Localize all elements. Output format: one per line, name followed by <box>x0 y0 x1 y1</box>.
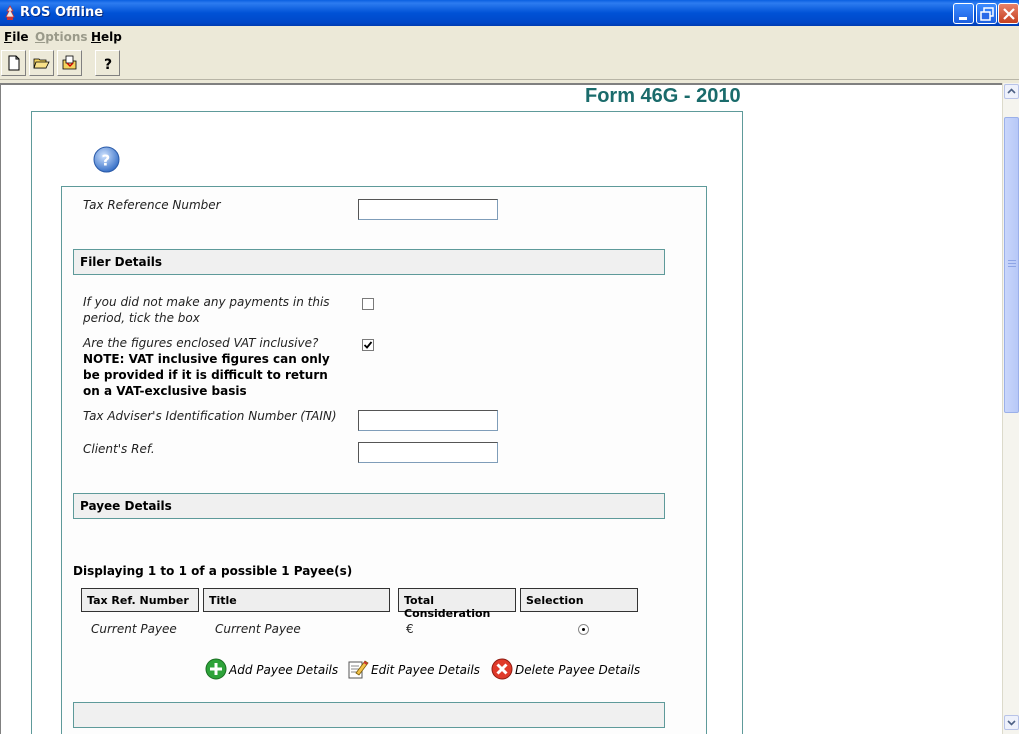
col-header-title: Title <box>203 588 390 612</box>
row-tax-ref: Current Payee <box>91 622 177 636</box>
filer-details-title: Filer Details <box>80 255 162 269</box>
vat-note: NOTE: VAT inclusive figures can only be … <box>83 352 330 398</box>
col-header-tax-ref: Tax Ref. Number <box>81 588 199 612</box>
app-window: ROS Offline File Options Help ? Form 46G… <box>0 0 1019 734</box>
tax-ref-input[interactable] <box>358 199 498 220</box>
svg-text:?: ? <box>104 57 112 72</box>
help-button[interactable]: ? <box>95 50 120 76</box>
menu-file[interactable]: File <box>4 30 29 44</box>
client-ref-label: Client's Ref. <box>83 442 155 456</box>
vat-inclusive-checkbox[interactable] <box>362 339 374 351</box>
col-header-total: Total Consideration <box>398 588 516 620</box>
minimize-button[interactable] <box>953 3 974 24</box>
toolbar: ? <box>0 48 1019 80</box>
payee-details-header: Payee Details <box>73 493 665 519</box>
vertical-scrollbar[interactable] <box>1002 83 1019 734</box>
tain-label: Tax Adviser's Identification Number (TAI… <box>83 409 337 423</box>
scroll-up-button[interactable] <box>1004 84 1019 99</box>
app-logo-icon <box>5 5 15 20</box>
payee-details-title: Payee Details <box>80 499 172 513</box>
tax-ref-label: Tax Reference Number <box>83 198 221 212</box>
row-title: Current Payee <box>215 622 301 636</box>
payee-count-text: Displaying 1 to 1 of a possible 1 Payee(… <box>73 564 353 578</box>
restore-button[interactable] <box>976 3 997 24</box>
scroll-down-button[interactable] <box>1004 715 1019 730</box>
window-title: ROS Offline <box>20 5 104 20</box>
menu-bar: File Options Help <box>0 26 1019 48</box>
menu-help[interactable]: Help <box>91 30 122 44</box>
edit-payee-label: Edit Payee Details <box>371 663 480 677</box>
client-ref-input[interactable] <box>358 442 498 463</box>
row-total: € <box>406 622 414 636</box>
import-button[interactable] <box>57 50 82 76</box>
next-section-header <box>73 702 665 728</box>
form-title: Form 46G - 2010 <box>585 85 741 107</box>
no-payments-label: If you did not make any payments in this… <box>83 295 330 325</box>
new-document-icon <box>8 55 20 71</box>
add-icon <box>205 658 227 680</box>
open-button[interactable] <box>29 50 54 76</box>
filer-details-header: Filer Details <box>73 249 665 275</box>
close-icon <box>1003 8 1015 20</box>
vat-inclusive-label: Are the figures enclosed VAT inclusive? <box>83 336 319 350</box>
add-payee-label: Add Payee Details <box>229 663 339 677</box>
minimize-icon <box>959 17 967 20</box>
restore-icon <box>980 7 994 21</box>
import-icon <box>62 55 77 70</box>
row-selection-radio[interactable] <box>578 624 589 635</box>
scroll-thumb[interactable] <box>1004 117 1019 413</box>
menu-options[interactable]: Options <box>35 30 88 44</box>
help-question-icon: ? <box>104 57 112 72</box>
form-content: Form 46G - 2010 ? Tax Reference Number F… <box>0 83 1003 734</box>
checkmark-icon <box>363 341 373 349</box>
col-header-selection: Selection <box>520 588 638 612</box>
edit-icon <box>348 660 369 679</box>
open-folder-icon <box>33 58 50 69</box>
delete-icon <box>491 658 513 680</box>
chevron-down-icon <box>1007 720 1016 726</box>
tain-input[interactable] <box>358 410 498 431</box>
help-icon[interactable]: ? <box>93 146 120 173</box>
no-payments-checkbox[interactable] <box>362 298 374 310</box>
delete-payee-label: Delete Payee Details <box>515 663 641 677</box>
chevron-up-icon <box>1007 88 1016 94</box>
new-button[interactable] <box>1 50 26 76</box>
svg-text:?: ? <box>102 152 111 170</box>
title-bar: ROS Offline <box>0 0 1019 26</box>
close-button[interactable] <box>998 3 1019 24</box>
